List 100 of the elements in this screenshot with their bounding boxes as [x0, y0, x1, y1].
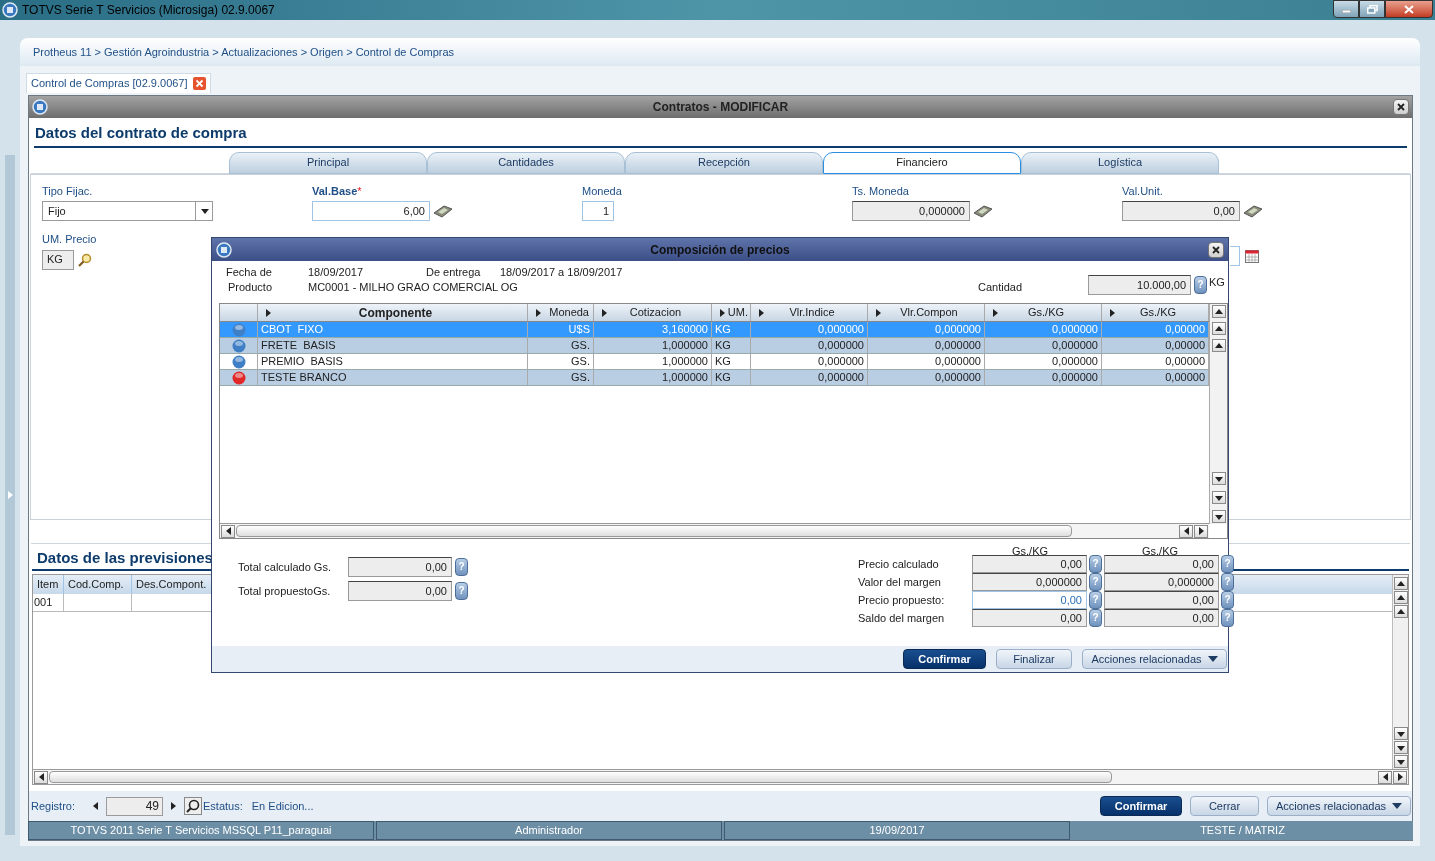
table-cell: FRETE BASIS: [258, 338, 528, 353]
action-button[interactable]: Confirmar: [903, 649, 986, 669]
table-cell: 0,000000: [868, 354, 985, 369]
sort-icon: [757, 308, 766, 318]
column-header[interactable]: Vlr.Indice: [751, 304, 868, 321]
column-header[interactable]: Moneda: [528, 304, 594, 321]
dropdown-field[interactable]: Fijo: [42, 201, 213, 221]
vertical-scrollbar[interactable]: [1392, 575, 1408, 771]
status-cell: 19/09/2017: [724, 821, 1070, 840]
scroll-button[interactable]: [1393, 577, 1408, 591]
side-handle[interactable]: [5, 155, 15, 835]
scroll-button[interactable]: [1378, 770, 1392, 784]
table-cell: 0,000000: [868, 338, 985, 353]
input-field[interactable]: 0,00: [1104, 609, 1219, 627]
table-cell: 0,000000: [868, 322, 985, 337]
table-cell: GS.: [528, 354, 594, 369]
field-label: Precio calculado: [858, 556, 940, 572]
scroll-thumb[interactable]: [49, 771, 1112, 784]
scroll-button[interactable]: [1211, 491, 1226, 504]
scroll-button[interactable]: [1393, 727, 1408, 741]
input-field[interactable]: 0,00: [348, 581, 452, 601]
column-header[interactable]: Cod.Comp.: [64, 575, 132, 595]
column-header[interactable]: Item: [33, 575, 64, 595]
calculator-icon: [433, 204, 453, 218]
tab[interactable]: Logística: [1021, 151, 1219, 174]
status-cell-text: TESTE / MATRIZ: [1199, 823, 1286, 839]
scroll-button[interactable]: [1211, 472, 1226, 485]
action-button[interactable]: Confirmar: [1100, 796, 1182, 817]
minimize-icon: [1341, 10, 1351, 13]
action-button[interactable]: Cerrar: [1190, 796, 1259, 817]
scroll-thumb[interactable]: [236, 525, 1072, 537]
scroll-button[interactable]: [1393, 605, 1408, 619]
horizontal-scrollbar[interactable]: [33, 769, 1408, 785]
field-label: Val.Unit.: [1122, 183, 1163, 199]
table-cell: CBOT FIXO: [258, 322, 528, 337]
table-cell: 001: [33, 594, 64, 612]
tab[interactable]: Principal: [229, 151, 427, 174]
column-header[interactable]: Gs./KG: [985, 304, 1102, 321]
input-field[interactable]: 0,00: [1104, 591, 1219, 609]
input-field[interactable]: 0,00: [348, 557, 452, 577]
tab[interactable]: Financiero: [823, 151, 1021, 174]
field-label: Tipo Fijac.: [42, 183, 93, 199]
menu-button[interactable]: Acciones relacionadas: [1082, 649, 1227, 669]
breadcrumb: Protheus 11 > Gestión Agroindustria > Actualizaciones > Origen > Control de Compras: [33, 44, 455, 60]
maximize-button[interactable]: [1359, 0, 1385, 18]
input-field[interactable]: 49: [106, 796, 164, 816]
input-field[interactable]: 0,000000: [852, 201, 970, 221]
input-field[interactable]: 0,00: [972, 555, 1087, 573]
input-field[interactable]: 1: [582, 201, 614, 221]
close-button[interactable]: [1393, 99, 1409, 115]
close-icon: [192, 77, 206, 90]
field-label: Total calculado Gs.: [238, 559, 332, 575]
scroll-button[interactable]: [221, 524, 235, 538]
tab[interactable]: Cantidades: [427, 151, 625, 174]
table-cell: TESTE BRANCO: [258, 370, 528, 385]
scroll-button[interactable]: [1393, 591, 1408, 605]
scroll-button[interactable]: [1393, 755, 1408, 769]
scroll-button[interactable]: [1393, 741, 1408, 755]
input-field[interactable]: 0,000000: [972, 573, 1087, 591]
scroll-button[interactable]: [34, 770, 48, 784]
column-header[interactable]: Componente: [258, 304, 528, 321]
scroll-button[interactable]: [1194, 524, 1208, 538]
scroll-button[interactable]: [1211, 305, 1226, 318]
column-header[interactable]: UM.: [712, 304, 751, 321]
input-field[interactable]: [1230, 246, 1240, 266]
column-header[interactable]: Cotizacion: [594, 304, 712, 321]
scroll-button[interactable]: [1179, 524, 1193, 538]
table-cell: 0,000000: [985, 322, 1102, 337]
table-cell: GS.: [528, 370, 594, 385]
scroll-button[interactable]: [1211, 510, 1226, 523]
input-field[interactable]: 0,00: [972, 609, 1087, 627]
action-button[interactable]: Finalizar: [996, 649, 1072, 669]
status-text: En Edicion...: [251, 798, 314, 814]
close-button[interactable]: [1385, 0, 1433, 18]
input-field[interactable]: 6,00: [312, 201, 430, 221]
input-field[interactable]: 10.000,00: [1088, 275, 1191, 295]
sort-icon: [1108, 308, 1117, 318]
input-field[interactable]: 0,00: [972, 591, 1087, 609]
input-field[interactable]: KG: [42, 249, 74, 270]
table-cell: KG: [712, 322, 751, 337]
horizontal-scrollbar[interactable]: [220, 523, 1209, 538]
minimize-button[interactable]: [1333, 0, 1359, 18]
close-button[interactable]: [1208, 241, 1224, 258]
tab[interactable]: Recepción: [625, 151, 823, 174]
vertical-scrollbar[interactable]: [1209, 304, 1227, 524]
input-field[interactable]: 0,00: [1122, 201, 1240, 221]
table-cell: KG: [712, 370, 751, 385]
menu-button[interactable]: Acciones relacionadas: [1267, 796, 1411, 817]
table-cell: KG: [712, 354, 751, 369]
scroll-button[interactable]: [1211, 322, 1226, 335]
input-field[interactable]: 0,00: [1104, 555, 1219, 573]
column-header[interactable]: Vlr.Compon: [868, 304, 985, 321]
close-icon: [1397, 103, 1405, 111]
sort-icon: [534, 308, 543, 318]
scroll-button[interactable]: [1393, 770, 1407, 784]
previous-icon: [91, 801, 101, 812]
scroll-button[interactable]: [1211, 339, 1226, 352]
input-field[interactable]: 0,000000: [1104, 573, 1219, 591]
status-cell: Administrador: [376, 821, 722, 840]
document-tab[interactable]: Control de Compras [02.9.0067]: [26, 73, 211, 93]
